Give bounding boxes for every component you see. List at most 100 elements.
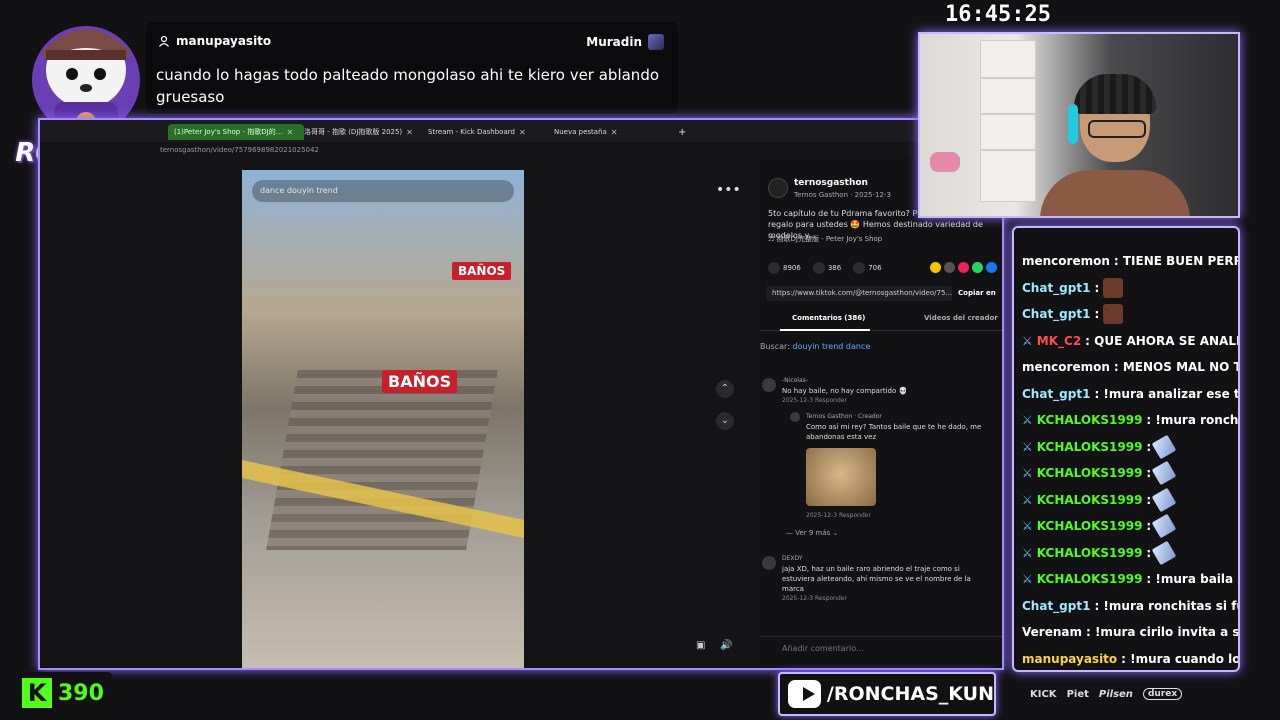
chat-username[interactable]: KCHALOKS1999	[1037, 542, 1143, 564]
feather-emote-icon	[1151, 460, 1177, 486]
chat-text: : MENOS MAL NO TE I	[1113, 360, 1238, 374]
chat-message: ⚔ KCHALOKS1999:	[1022, 434, 1177, 459]
comment-button[interactable]: 386	[812, 262, 841, 274]
video-search-input[interactable]: dance douyin trend	[252, 180, 514, 202]
reply-author[interactable]: Ternos Gasthon · Creador	[806, 412, 996, 422]
feather-emote-icon	[1151, 540, 1177, 565]
comment-text: No hay baile, no hay compartido 💀	[782, 387, 908, 395]
share-icon[interactable]	[930, 262, 941, 273]
tab-youtube[interactable]: 洛哥哥 - 抱歌 (DJ抱歌版 2025) ✕	[298, 124, 428, 140]
reply-meta[interactable]: 2025-12-3 Responder	[806, 512, 871, 519]
facebook-icon[interactable]	[986, 262, 997, 273]
comment-meta[interactable]: 2025-12-3 Responder	[782, 396, 992, 406]
add-comment-input[interactable]: Añadir comentario...	[760, 636, 1002, 660]
chat-message: Chat_gpt1 : !mura ronchitas si fuera	[1022, 595, 1238, 617]
chat-username[interactable]: KCHALOKS1999	[1037, 489, 1143, 511]
close-icon[interactable]: ✕	[611, 128, 618, 137]
chat-username[interactable]: Chat_gpt1	[1022, 383, 1090, 405]
video-sign: BAÑOS	[452, 262, 512, 280]
chat-username[interactable]: Chat_gpt1	[1022, 303, 1090, 325]
author-subtitle: Ternos Gasthon · 2025-12-3	[794, 191, 891, 199]
sword-badge-icon: ⚔	[1022, 572, 1033, 586]
avatar[interactable]	[762, 378, 776, 392]
close-icon[interactable]: ✕	[287, 128, 294, 137]
tab-comments[interactable]: Comentarios (386)	[792, 314, 865, 322]
tab-tiktok[interactable]: (1)Peter Joy's Shop - 抱歌DJ的… ✕	[168, 124, 304, 140]
like-button[interactable]: 8906	[768, 262, 801, 274]
chat-username[interactable]: manupayasito	[1022, 648, 1117, 670]
view-more-replies[interactable]: — Ver 9 más ⌄	[786, 528, 838, 538]
sword-badge-icon: ⚔	[1022, 466, 1033, 480]
reply-item: Ternos Gasthon · Creador Como así mi rey…	[806, 412, 996, 442]
chat-username[interactable]: mencoremon	[1022, 250, 1110, 272]
sword-badge-icon: ⚔	[1022, 545, 1033, 560]
avatar[interactable]	[762, 556, 776, 570]
reply-image[interactable]	[806, 448, 876, 506]
more-options-icon[interactable]: •••	[716, 182, 741, 198]
close-icon[interactable]: ✕	[519, 128, 526, 137]
tab-kick-dashboard[interactable]: Stream - Kick Dashboard ✕	[422, 124, 552, 140]
volume-icon[interactable]: 🔊	[720, 640, 736, 654]
save-count: 706	[868, 264, 882, 272]
embed-icon[interactable]	[944, 262, 955, 273]
chat-message: mencoremon: TIENE BUEN PERRO	[1022, 250, 1238, 272]
previous-video-icon[interactable]: ⌃	[716, 380, 734, 398]
author-name[interactable]: ternosgasthon	[794, 178, 868, 188]
chat-message: Chat_gpt1:	[1022, 277, 1124, 299]
chat-username[interactable]: KCHALOKS1999	[1037, 409, 1143, 431]
comment-meta[interactable]: 2025-12-3 Responder	[782, 594, 992, 604]
tab-label: Nueva pestaña	[554, 128, 607, 136]
whatsapp-icon[interactable]	[972, 262, 983, 273]
emote-icon	[1103, 304, 1124, 324]
kick-follower-counter: K 390	[16, 672, 112, 714]
tab-label: Stream - Kick Dashboard	[428, 128, 515, 136]
next-video-icon[interactable]: ⌄	[716, 412, 734, 430]
sponsor-piet: Piet	[1066, 688, 1089, 700]
comment-author[interactable]: -Nicolas-	[782, 376, 992, 386]
browser-window: (1)Peter Joy's Shop - 抱歌DJ的… ✕ 洛哥哥 - 抱歌 (…	[38, 118, 1004, 670]
like-count: 8906	[783, 264, 801, 272]
chat-username[interactable]: mencoremon	[1022, 356, 1110, 378]
tab-strip: (1)Peter Joy's Shop - 抱歌DJ的… ✕ 洛哥哥 - 抱歌 (…	[40, 120, 1002, 142]
sword-badge-icon: ⚔	[1022, 439, 1033, 454]
avatar[interactable]	[790, 412, 800, 422]
author-avatar[interactable]	[768, 178, 788, 198]
chat-username[interactable]: MK_C2	[1037, 330, 1081, 352]
close-icon[interactable]: ✕	[406, 128, 413, 137]
url-text: ternosgasthon/video/7579698982021025042	[160, 146, 319, 154]
chat-text: : !mura ronchitas si fuera	[1094, 598, 1238, 613]
pip-icon[interactable]: ▣	[696, 640, 712, 654]
address-bar[interactable]: ternosgasthon/video/7579698982021025042	[40, 142, 1002, 158]
video-player[interactable]: BAÑOS BAÑOS dance douyin trend	[242, 170, 524, 668]
chat-username[interactable]: Verenam	[1022, 621, 1082, 643]
reply-meta-row: 2025-12-3 Responder	[806, 510, 871, 521]
sponsor-logos: KICK Piet Pilsen durex	[1030, 688, 1183, 700]
new-tab-plus-icon[interactable]: +	[672, 124, 696, 140]
music-label[interactable]: ♬ 抱歌DJ完整版 - Peter Joy's Shop	[768, 234, 882, 244]
chat-username[interactable]: KCHALOKS1999	[1037, 462, 1143, 484]
bookmark-icon	[853, 262, 866, 274]
tab-label: (1)Peter Joy's Shop - 抱歌DJ的…	[174, 128, 283, 136]
chat-username[interactable]: Chat_gpt1	[1022, 277, 1090, 299]
save-button[interactable]: 706	[853, 262, 882, 274]
kick-logo-icon: K	[22, 678, 52, 708]
chat-username[interactable]: KCHALOKS1999	[1037, 436, 1143, 458]
sponsor-pilsen: Pilsen	[1098, 688, 1133, 700]
tab-underline	[780, 329, 870, 331]
chat-username[interactable]: Chat_gpt1	[1022, 595, 1090, 617]
video-details-panel: ternosgasthon Ternos Gasthon · 2025-12-3…	[760, 158, 1002, 668]
search-suggestion[interactable]: Buscar: douyin trend dance	[760, 342, 870, 351]
reward-name: Muradin	[586, 35, 642, 49]
tab-new[interactable]: Nueva pestaña ✕	[548, 124, 678, 140]
video-link-field[interactable]: https://www.tiktok.com/@ternosgasthon/vi…	[766, 286, 952, 301]
chat-text: : !mura analizar ese tren	[1094, 386, 1240, 401]
comment-author[interactable]: DEXDY	[782, 554, 992, 564]
send-icon[interactable]	[958, 262, 969, 273]
reward-badge-icon	[648, 34, 664, 50]
chat-username[interactable]: KCHALOKS1999	[1037, 515, 1143, 537]
feather-emote-icon	[1151, 487, 1177, 512]
chat-username[interactable]: KCHALOKS1999	[1037, 568, 1143, 590]
tab-creator-videos[interactable]: Videos del creador	[924, 314, 998, 322]
copy-link-button[interactable]: Copiar en	[958, 286, 996, 301]
chat-text: :	[1146, 466, 1152, 480]
